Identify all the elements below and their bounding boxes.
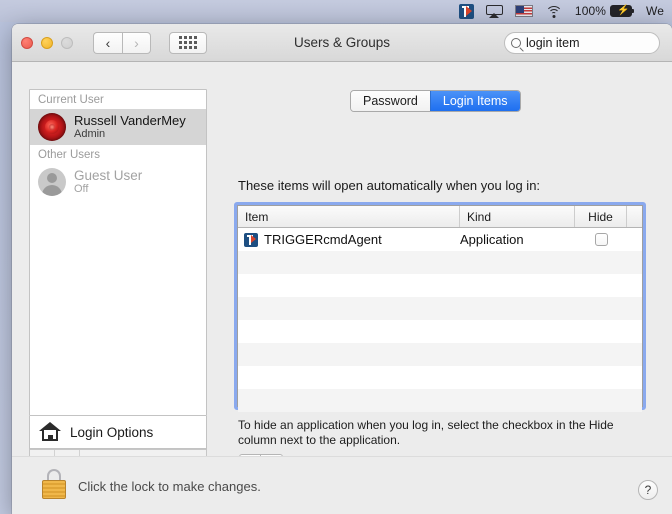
user-name: Guest User	[74, 168, 143, 183]
column-header-spacer	[627, 206, 642, 227]
forward-button[interactable]: ›	[122, 31, 151, 54]
login-options-label: Login Options	[70, 424, 154, 440]
table-empty-row	[238, 343, 642, 366]
table-empty-row	[238, 389, 642, 412]
help-button[interactable]: ?	[638, 480, 658, 500]
hide-column-hint: To hide an application when you log in, …	[238, 418, 614, 447]
minimize-button[interactable]	[41, 36, 53, 49]
search-field[interactable]: ✕	[504, 32, 672, 54]
column-header-item[interactable]: Item	[238, 206, 460, 227]
sidebar-item-guest-user[interactable]: Guest User Off	[30, 164, 206, 200]
window-title-bar: ‹ › Users & Groups ✕	[12, 24, 672, 62]
lock-closed-icon[interactable]	[42, 469, 66, 499]
tab-bar: Password Login Items	[350, 90, 521, 112]
table-empty-row	[238, 274, 642, 297]
hide-checkbox[interactable]	[594, 233, 608, 246]
battery-status[interactable]: 100% ⚡	[569, 0, 640, 22]
clock[interactable]: We	[640, 0, 670, 22]
triggercmd-app-icon	[244, 232, 258, 247]
table-row[interactable]: TRIGGERcmdAgent Application	[238, 228, 642, 251]
airplay-icon[interactable]	[480, 0, 509, 22]
clock-label: We	[646, 4, 664, 18]
tab-login-items[interactable]: Login Items	[429, 91, 520, 111]
login-items-table[interactable]: Item Kind Hide TRIGGERcmdAgent Applicati…	[237, 205, 643, 412]
user-status: Admin	[74, 128, 106, 140]
sidebar-item-russell-vandermey[interactable]: Russell VanderMey Admin	[30, 109, 206, 145]
row-hide-cell[interactable]	[575, 233, 627, 246]
users-and-groups-window: c a - r ] r v t [ c r ‹ ›	[12, 24, 672, 514]
search-input[interactable]	[526, 36, 672, 50]
table-empty-row	[238, 251, 642, 274]
desktop-background: 100% ⚡ We c a - r ] r v t [ c r	[0, 0, 672, 514]
guest-avatar	[38, 168, 66, 196]
zoom-button	[61, 36, 73, 49]
home-icon	[39, 422, 61, 442]
column-header-kind[interactable]: Kind	[460, 206, 575, 227]
tab-password[interactable]: Password	[351, 91, 430, 111]
back-button[interactable]: ‹	[93, 31, 122, 54]
search-icon	[511, 38, 521, 48]
lock-message: Click the lock to make changes.	[78, 479, 261, 494]
rose-avatar	[38, 113, 66, 141]
table-header-row: Item Kind Hide	[238, 206, 642, 228]
login-items-description: These items will open automatically when…	[238, 178, 541, 193]
row-item-name: TRIGGERcmdAgent	[264, 232, 382, 247]
menu-bar: 100% ⚡ We	[0, 0, 672, 22]
window-footer: Click the lock to make changes. ?	[12, 456, 672, 514]
user-name: Russell VanderMey	[74, 113, 186, 128]
table-empty-row	[238, 297, 642, 320]
input-source-flag-icon[interactable]	[509, 0, 539, 22]
column-header-hide[interactable]: Hide	[575, 206, 627, 227]
battery-percent-label: 100%	[574, 4, 607, 18]
user-list-sidebar: Current User Russell VanderMey Admin Oth…	[29, 89, 207, 416]
wifi-icon[interactable]	[539, 0, 569, 22]
login-items-table-focus-ring: Item Kind Hide TRIGGERcmdAgent Applicati…	[234, 202, 646, 412]
table-empty-row	[238, 320, 642, 343]
close-button[interactable]	[21, 36, 33, 49]
window-content: Current User Russell VanderMey Admin Oth…	[12, 62, 672, 514]
table-empty-row	[238, 366, 642, 389]
triggercmd-menu-icon[interactable]	[453, 0, 480, 22]
row-kind: Application	[460, 232, 524, 247]
sidebar-item-login-options[interactable]: Login Options	[29, 416, 207, 449]
sidebar-group-header-current-user: Current User	[38, 94, 104, 106]
battery-charging-icon: ⚡	[610, 5, 635, 17]
navigation-buttons: ‹ ›	[93, 31, 151, 54]
show-all-grid-icon[interactable]	[169, 31, 207, 54]
user-status: Off	[74, 183, 89, 195]
traffic-lights	[21, 36, 73, 49]
sidebar-group-header-other-users: Other Users	[38, 149, 100, 161]
